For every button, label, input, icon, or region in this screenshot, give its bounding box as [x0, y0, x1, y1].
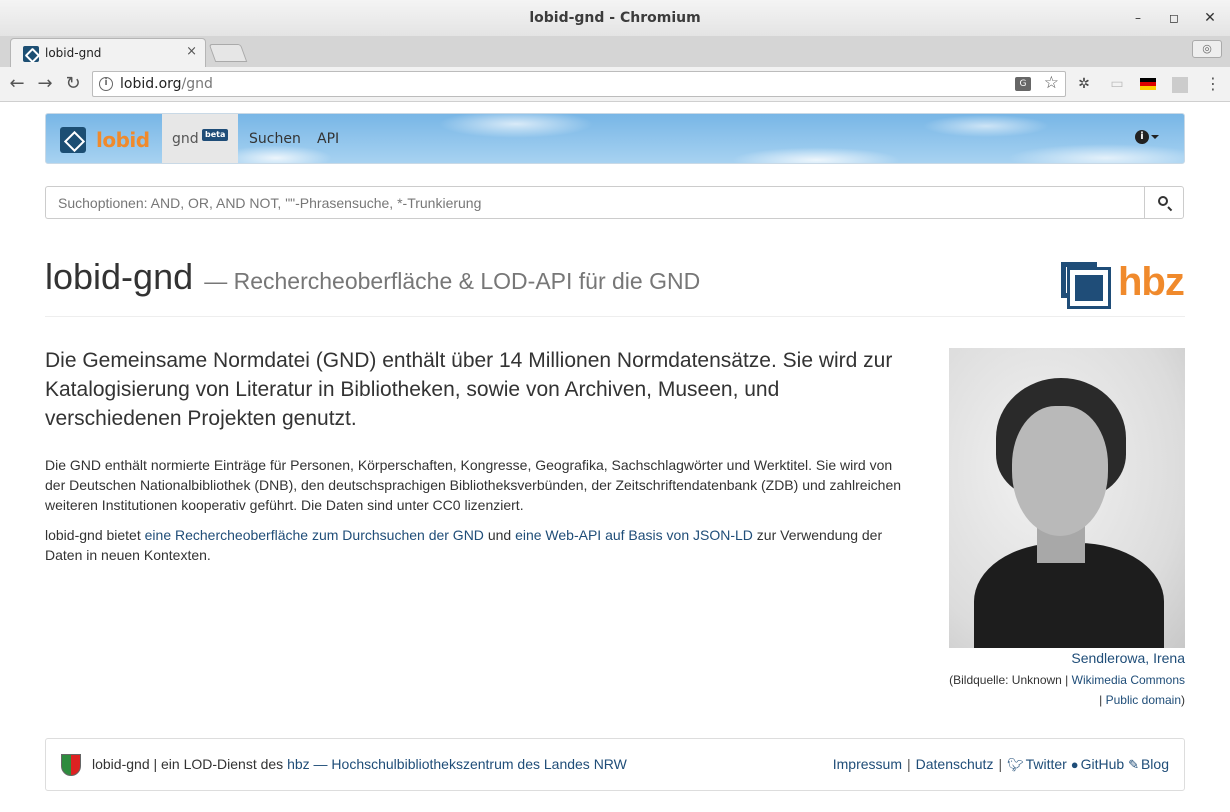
- bookmark-star-icon[interactable]: ☆: [1044, 73, 1059, 93]
- portrait-caption: Sendlerowa, Irena: [949, 650, 1185, 666]
- tab-lobid-gnd[interactable]: lobid-gnd ×: [10, 38, 206, 67]
- brand-text: lobid: [96, 128, 150, 152]
- footer-links: Impressum | Datenschutz | 🐦︎ Twitter ● GitHub …: [833, 756, 1169, 773]
- twitter-icon: 🐦︎: [1007, 757, 1024, 772]
- nav-item-gnd[interactable]: gnd beta: [162, 114, 238, 163]
- impressum-link[interactable]: Impressum: [833, 756, 902, 772]
- datenschutz-link[interactable]: Datenschutz: [916, 756, 994, 772]
- german-flag-icon[interactable]: [1140, 78, 1156, 90]
- browser-toolbar: ← → ↻ i lobid.org/gnd G ☆ ✲ ▭ ⋮: [0, 67, 1230, 102]
- url-path: /gnd: [181, 76, 213, 92]
- window-title: lobid-gnd - Chromium: [529, 10, 701, 26]
- browser-menu-icon[interactable]: ⋮: [1204, 75, 1222, 93]
- site-navbar: lobid gnd beta Suchen API i: [45, 113, 1185, 164]
- footer-separator: |: [906, 756, 911, 772]
- page-subtitle: — Rechercheoberfläche & LOD-API für die …: [204, 268, 701, 294]
- footer-text: lobid-gnd | ein LOD-Dienst des hbz — Hoc…: [92, 756, 627, 772]
- para2-mid: und: [487, 527, 512, 543]
- api-paragraph: lobid-gnd bietet eine Rechercheoberfläch…: [45, 525, 905, 565]
- extension-tools-icon[interactable]: ✲: [1075, 75, 1093, 93]
- nav-item-api[interactable]: API: [317, 131, 339, 147]
- url-text[interactable]: lobid.org/gnd: [120, 76, 213, 92]
- footer-text-prefix: lobid-gnd | ein LOD-Dienst des: [92, 756, 284, 772]
- github-icon: ●: [1070, 757, 1079, 772]
- web-api-link[interactable]: eine Web-API auf Basis von JSON-LD: [515, 527, 753, 543]
- para2-prefix: lobid-gnd bietet: [45, 527, 141, 543]
- url-host: lobid.org: [120, 76, 182, 92]
- extension-cast-icon[interactable]: ▭: [1108, 75, 1126, 93]
- page-footer: lobid-gnd | ein LOD-Dienst des hbz — Hoc…: [45, 738, 1185, 791]
- translate-icon[interactable]: G: [1015, 77, 1031, 91]
- reload-button[interactable]: ↻: [62, 73, 84, 95]
- divider: [45, 316, 1185, 317]
- nav-gnd-label: gnd: [172, 131, 199, 147]
- public-domain-link[interactable]: Public domain: [1106, 693, 1181, 707]
- search-ui-link[interactable]: eine Rechercheoberfläche zum Durchsuchen…: [145, 527, 484, 543]
- page-heading: lobid-gnd — Rechercheoberfläche & LOD-AP…: [45, 256, 700, 298]
- source-suffix: ): [1181, 693, 1185, 707]
- source-prefix: (Bildquelle: Unknown |: [949, 673, 1069, 687]
- profile-icon[interactable]: ◎: [1192, 40, 1222, 58]
- github-link[interactable]: GitHub: [1081, 756, 1125, 772]
- forward-button[interactable]: →: [34, 73, 56, 95]
- hbz-logo-text: hbz: [1118, 260, 1185, 304]
- person-name-link[interactable]: Sendlerowa, Irena: [1071, 650, 1185, 666]
- description-paragraph: Die GND enthält normierte Einträge für P…: [45, 457, 902, 513]
- hbz-logo[interactable]: hbz: [1061, 260, 1185, 309]
- wikimedia-commons-link[interactable]: Wikimedia Commons: [1072, 673, 1185, 687]
- site-info-icon[interactable]: i: [99, 77, 113, 91]
- tab-label: lobid-gnd: [45, 46, 102, 60]
- close-window-button[interactable]: ✕: [1201, 9, 1219, 27]
- caret-down-icon[interactable]: [1151, 135, 1159, 139]
- footer-separator: |: [998, 756, 1003, 772]
- page-title: lobid-gnd: [45, 256, 194, 297]
- maximize-button[interactable]: ◻: [1165, 9, 1183, 27]
- source-separator: |: [1099, 693, 1103, 707]
- portrait-face: [1012, 406, 1108, 536]
- pencil-icon: ✎: [1128, 757, 1139, 772]
- back-button[interactable]: ←: [6, 73, 28, 95]
- tab-close-icon[interactable]: ×: [186, 44, 197, 59]
- blog-link[interactable]: Blog: [1141, 756, 1169, 772]
- twitter-link[interactable]: Twitter: [1026, 756, 1067, 772]
- info-dropdown-icon[interactable]: i: [1135, 130, 1149, 144]
- minimize-button[interactable]: –: [1129, 9, 1147, 27]
- tab-strip: lobid-gnd × ◎: [0, 36, 1230, 67]
- nav-item-suchen[interactable]: Suchen: [249, 131, 301, 147]
- image-source: (Bildquelle: Unknown | Wikimedia Commons…: [949, 670, 1185, 710]
- nrw-coat-of-arms-icon: [61, 754, 81, 776]
- new-tab-button[interactable]: [208, 44, 248, 62]
- window-titlebar: lobid-gnd - Chromium – ◻ ✕: [0, 0, 1230, 36]
- hbz-logo-square-inner: [1067, 267, 1111, 309]
- portrait-image[interactable]: [949, 348, 1185, 648]
- extension-gray-icon[interactable]: [1172, 77, 1188, 93]
- search-icon: [1158, 196, 1168, 206]
- lobid-favicon-icon: [23, 46, 39, 62]
- search-input[interactable]: [45, 186, 1145, 219]
- address-bar[interactable]: i lobid.org/gnd G ☆: [92, 71, 1066, 97]
- search-button[interactable]: [1144, 186, 1184, 219]
- hbz-link[interactable]: hbz — Hochschulbibliothekszentrum des La…: [287, 756, 627, 772]
- lead-paragraph: Die Gemeinsame Normdatei (GND) enthält ü…: [45, 349, 893, 430]
- beta-badge: beta: [202, 129, 229, 141]
- lobid-logo-icon: [60, 127, 86, 153]
